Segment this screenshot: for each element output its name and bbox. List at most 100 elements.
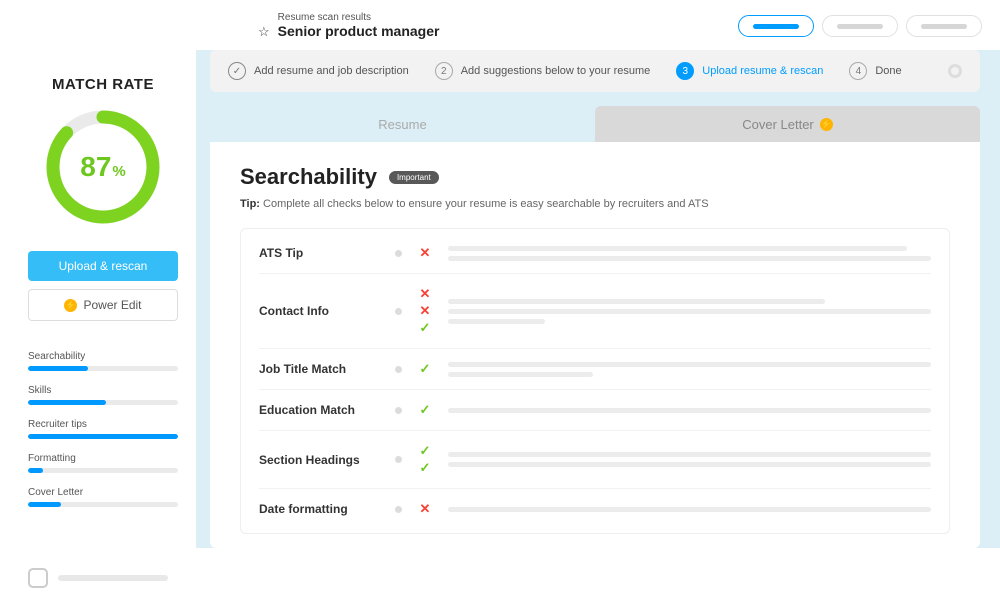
metric-track — [28, 468, 178, 473]
panel-tip: Tip: Complete all checks below to ensure… — [240, 198, 950, 210]
status-column: ✕ — [416, 245, 434, 261]
info-dot-icon[interactable] — [395, 456, 402, 463]
metric-item[interactable]: Searchability — [28, 351, 178, 371]
status-column: ✕✕✓ — [416, 286, 434, 336]
check-row: Job Title Match ✓ — [259, 349, 931, 390]
metric-track — [28, 502, 178, 507]
header-title-block: ☆ Resume scan results Senior product man… — [258, 12, 439, 40]
status-column: ✓✓ — [416, 443, 434, 476]
star-icon[interactable]: ☆ — [258, 24, 270, 40]
step-label: Add suggestions below to your resume — [461, 65, 651, 77]
step-3[interactable]: 3 Upload resume & rescan — [676, 62, 823, 80]
tab-cover-letter[interactable]: Cover Letter ⚡ — [595, 106, 980, 142]
metric-label: Formatting — [28, 453, 178, 464]
header-pill-3[interactable] — [906, 15, 982, 37]
check-label: Education Match — [259, 403, 381, 417]
match-rate-heading: MATCH RATE — [28, 76, 178, 93]
footer-checkbox[interactable] — [28, 568, 48, 588]
status-column: ✓ — [416, 402, 434, 418]
metric-track — [28, 366, 178, 371]
sidebar: MATCH RATE 87% Upload & rescan ⚡ Power E… — [0, 50, 196, 548]
check-label: Section Headings — [259, 453, 381, 467]
check-row: Contact Info✕✕✓ — [259, 274, 931, 349]
match-rate-gauge: 87% — [43, 107, 163, 227]
header-title: Senior product manager — [278, 23, 440, 39]
bolt-icon: ⚡ — [820, 118, 833, 131]
progress-stepper: ✓ Add resume and job description 2 Add s… — [210, 50, 980, 92]
check-label: Job Title Match — [259, 362, 381, 376]
status-column: ✕ — [416, 501, 434, 517]
match-score-unit: % — [112, 163, 125, 180]
fail-icon: ✕ — [420, 501, 431, 517]
step-label: Done — [875, 65, 901, 77]
step-2[interactable]: 2 Add suggestions below to your resume — [435, 62, 651, 80]
fail-icon: ✕ — [420, 303, 431, 319]
metrics-list: Searchability Skills Recruiter tips Formatt… — [28, 351, 178, 507]
upload-rescan-button[interactable]: Upload & rescan — [28, 251, 178, 281]
bolt-icon: ⚡ — [64, 299, 77, 312]
pass-icon: ✓ — [420, 402, 431, 418]
detail-placeholder — [448, 408, 931, 413]
check-label: Contact Info — [259, 304, 381, 318]
check-row: Education Match ✓ — [259, 390, 931, 431]
step-1[interactable]: ✓ Add resume and job description — [228, 62, 409, 80]
stepper-end-icon — [948, 64, 962, 78]
fail-icon: ✕ — [420, 286, 431, 302]
pass-icon: ✓ — [420, 361, 431, 377]
important-badge: Important — [389, 171, 439, 184]
metric-label: Cover Letter — [28, 487, 178, 498]
check-row: Date formatting ✕ — [259, 489, 931, 529]
header-pill-2[interactable] — [822, 15, 898, 37]
metric-label: Searchability — [28, 351, 178, 362]
detail-placeholder — [448, 299, 931, 324]
checks-card: ATS Tip✕Contact Info✕✕✓Job Title Match✓E… — [240, 228, 950, 534]
step-number: 4 — [849, 62, 867, 80]
metric-track — [28, 400, 178, 405]
check-label: Date formatting — [259, 502, 381, 516]
metric-item[interactable]: Cover Letter — [28, 487, 178, 507]
step-label: Add resume and job description — [254, 65, 409, 77]
tip-text: Complete all checks below to ensure your… — [260, 198, 709, 210]
fail-icon: ✕ — [420, 245, 431, 261]
footer-placeholder — [58, 575, 168, 581]
tip-label: Tip: — [240, 198, 260, 210]
tab-cover-label: Cover Letter — [742, 117, 814, 132]
check-label: ATS Tip — [259, 246, 381, 260]
status-column: ✓ — [416, 361, 434, 377]
info-dot-icon[interactable] — [395, 250, 402, 257]
match-score: 87 — [80, 151, 111, 182]
info-dot-icon[interactable] — [395, 308, 402, 315]
info-dot-icon[interactable] — [395, 506, 402, 513]
tab-resume[interactable]: Resume — [210, 106, 595, 142]
power-edit-button[interactable]: ⚡ Power Edit — [28, 289, 178, 321]
metric-label: Recruiter tips — [28, 419, 178, 430]
pass-icon: ✓ — [420, 443, 431, 459]
header-subtitle: Resume scan results — [278, 12, 440, 23]
page-header: ☆ Resume scan results Senior product man… — [0, 0, 1000, 50]
sidebar-footer — [28, 568, 168, 588]
metric-track — [28, 434, 178, 439]
detail-placeholder — [448, 246, 931, 261]
check-icon: ✓ — [228, 62, 246, 80]
detail-placeholder — [448, 452, 931, 467]
detail-placeholder — [448, 507, 931, 512]
info-dot-icon[interactable] — [395, 407, 402, 414]
step-4[interactable]: 4 Done — [849, 62, 901, 80]
info-dot-icon[interactable] — [395, 366, 402, 373]
step-label: Upload resume & rescan — [702, 65, 823, 77]
metric-label: Skills — [28, 385, 178, 396]
power-edit-label: Power Edit — [83, 298, 141, 312]
pass-icon: ✓ — [420, 320, 431, 336]
metric-item[interactable]: Formatting — [28, 453, 178, 473]
panel-title: Searchability — [240, 164, 377, 190]
detail-placeholder — [448, 362, 931, 377]
step-number: 2 — [435, 62, 453, 80]
check-row: ATS Tip ✕ — [259, 233, 931, 274]
header-pill-1[interactable] — [738, 15, 814, 37]
document-tabs: Resume Cover Letter ⚡ — [210, 106, 980, 142]
header-pill-group — [738, 15, 982, 37]
pass-icon: ✓ — [420, 460, 431, 476]
metric-item[interactable]: Skills — [28, 385, 178, 405]
metric-item[interactable]: Recruiter tips — [28, 419, 178, 439]
main-content: ✓ Add resume and job description 2 Add s… — [196, 50, 1000, 548]
